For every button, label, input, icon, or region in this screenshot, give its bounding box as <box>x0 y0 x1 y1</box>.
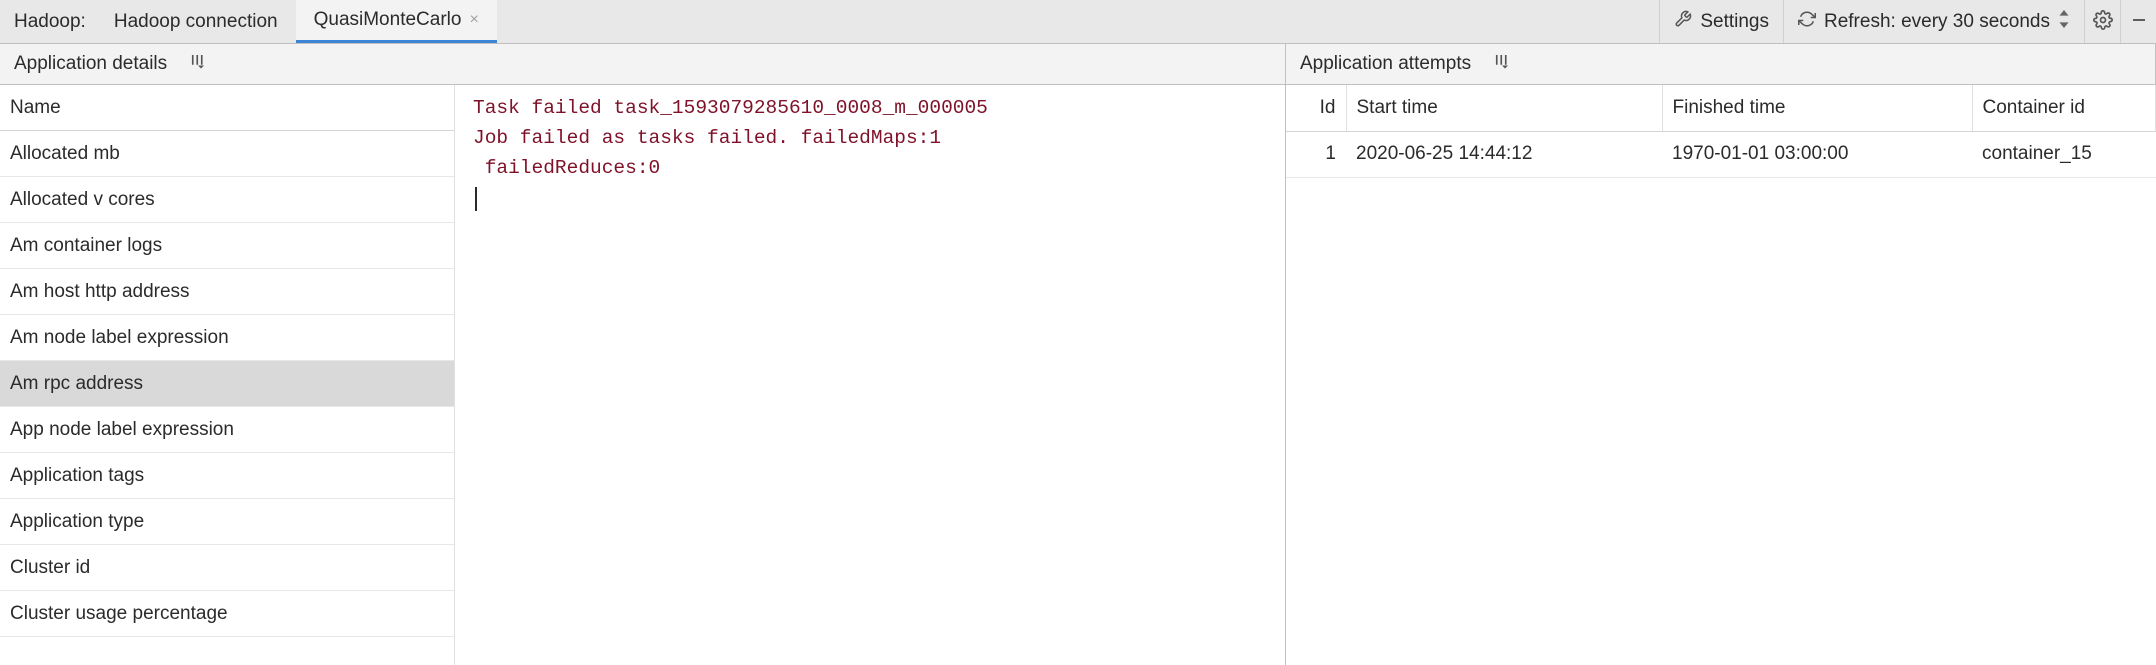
list-item-label: Am host http address <box>10 281 190 303</box>
list-item[interactable]: Application tags <box>0 453 454 499</box>
settings-label: Settings <box>1700 11 1769 33</box>
tab-label: Hadoop connection <box>114 11 278 33</box>
log-line: Task failed task_1593079285610_0008_m_00… <box>473 97 988 119</box>
application-attempts-title: Application attempts <box>1300 53 1471 75</box>
cell-start-time: 2020-06-25 14:44:12 <box>1346 131 1662 177</box>
list-item[interactable]: Am node label expression <box>0 315 454 361</box>
list-item[interactable]: Allocated v cores <box>0 177 454 223</box>
top-actions: Settings Refresh: every 30 seconds <box>1659 0 2156 43</box>
text-cursor <box>475 187 477 211</box>
application-details-header: Application details <box>0 44 1286 84</box>
gear-icon <box>2093 10 2113 33</box>
columns-icon[interactable] <box>189 52 207 76</box>
list-item-label: Application tags <box>10 465 144 487</box>
list-item[interactable]: Cluster usage percentage <box>0 591 454 637</box>
list-item-label: Am rpc address <box>10 373 143 395</box>
main-content: Name Allocated mb Allocated v cores Am c… <box>0 85 2156 665</box>
details-list[interactable]: Name Allocated mb Allocated v cores Am c… <box>0 85 455 665</box>
refresh-label: Refresh: every 30 seconds <box>1824 11 2050 33</box>
list-item-label: Application type <box>10 511 144 533</box>
list-item[interactable]: Am rpc address <box>0 361 454 407</box>
minimize-button[interactable] <box>2120 0 2156 43</box>
application-details-panel: Name Allocated mb Allocated v cores Am c… <box>0 85 1286 665</box>
attempts-table: Id Start time Finished time Container id… <box>1286 85 2156 178</box>
list-item-label: Cluster usage percentage <box>10 603 228 625</box>
log-pane[interactable]: Task failed task_1593079285610_0008_m_00… <box>455 85 1285 665</box>
list-item-label: Am node label expression <box>10 327 229 349</box>
settings-button[interactable]: Settings <box>1659 0 1783 43</box>
application-details-title: Application details <box>14 53 167 75</box>
tab-label: QuasiMonteCarlo <box>314 9 462 31</box>
application-attempts-panel: Id Start time Finished time Container id… <box>1286 85 2156 665</box>
application-attempts-header: Application attempts <box>1286 44 2156 84</box>
close-icon[interactable]: × <box>469 11 478 29</box>
columns-icon[interactable] <box>1493 52 1511 76</box>
details-column-label: Name <box>10 97 61 119</box>
list-item-label: Cluster id <box>10 557 90 579</box>
table-row[interactable]: 1 2020-06-25 14:44:12 1970-01-01 03:00:0… <box>1286 131 2156 177</box>
updown-icon <box>2058 10 2070 34</box>
tab-strip: Hadoop: Hadoop connection QuasiMonteCarl… <box>10 0 1659 43</box>
minimize-icon <box>2130 11 2148 32</box>
header-finished-time[interactable]: Finished time <box>1662 85 1972 131</box>
gear-button[interactable] <box>2084 0 2120 43</box>
list-item[interactable]: Am host http address <box>0 269 454 315</box>
header-container-id[interactable]: Container id <box>1972 85 2156 131</box>
toolbar-prefix: Hadoop: <box>10 11 96 33</box>
list-item[interactable]: Am container logs <box>0 223 454 269</box>
list-item-label: Am container logs <box>10 235 162 257</box>
cell-id: 1 <box>1286 131 1346 177</box>
header-start-time[interactable]: Start time <box>1346 85 1662 131</box>
list-item[interactable]: App node label expression <box>0 407 454 453</box>
log-line: Job failed as tasks failed. failedMaps:1 <box>473 127 941 149</box>
list-item-label: App node label expression <box>10 419 234 441</box>
refresh-icon <box>1798 10 1816 34</box>
tab-hadoop-connection[interactable]: Hadoop connection <box>96 0 296 43</box>
list-item[interactable]: Cluster id <box>0 545 454 591</box>
subheader-row: Application details Application attempts <box>0 44 2156 85</box>
list-item-label: Allocated mb <box>10 143 120 165</box>
cell-container-id: container_15 <box>1972 131 2156 177</box>
cell-finished-time: 1970-01-01 03:00:00 <box>1662 131 1972 177</box>
header-id[interactable]: Id <box>1286 85 1346 131</box>
list-item[interactable]: Allocated mb <box>0 131 454 177</box>
refresh-button[interactable]: Refresh: every 30 seconds <box>1783 0 2084 43</box>
wrench-icon <box>1674 10 1692 34</box>
details-column-header[interactable]: Name <box>0 85 454 131</box>
table-header-row: Id Start time Finished time Container id <box>1286 85 2156 131</box>
log-line: failedReduces:0 <box>473 157 660 179</box>
top-toolbar: Hadoop: Hadoop connection QuasiMonteCarl… <box>0 0 2156 44</box>
tab-quasimontecarlo[interactable]: QuasiMonteCarlo × <box>296 0 497 43</box>
list-item[interactable]: Application type <box>0 499 454 545</box>
list-item-label: Allocated v cores <box>10 189 155 211</box>
